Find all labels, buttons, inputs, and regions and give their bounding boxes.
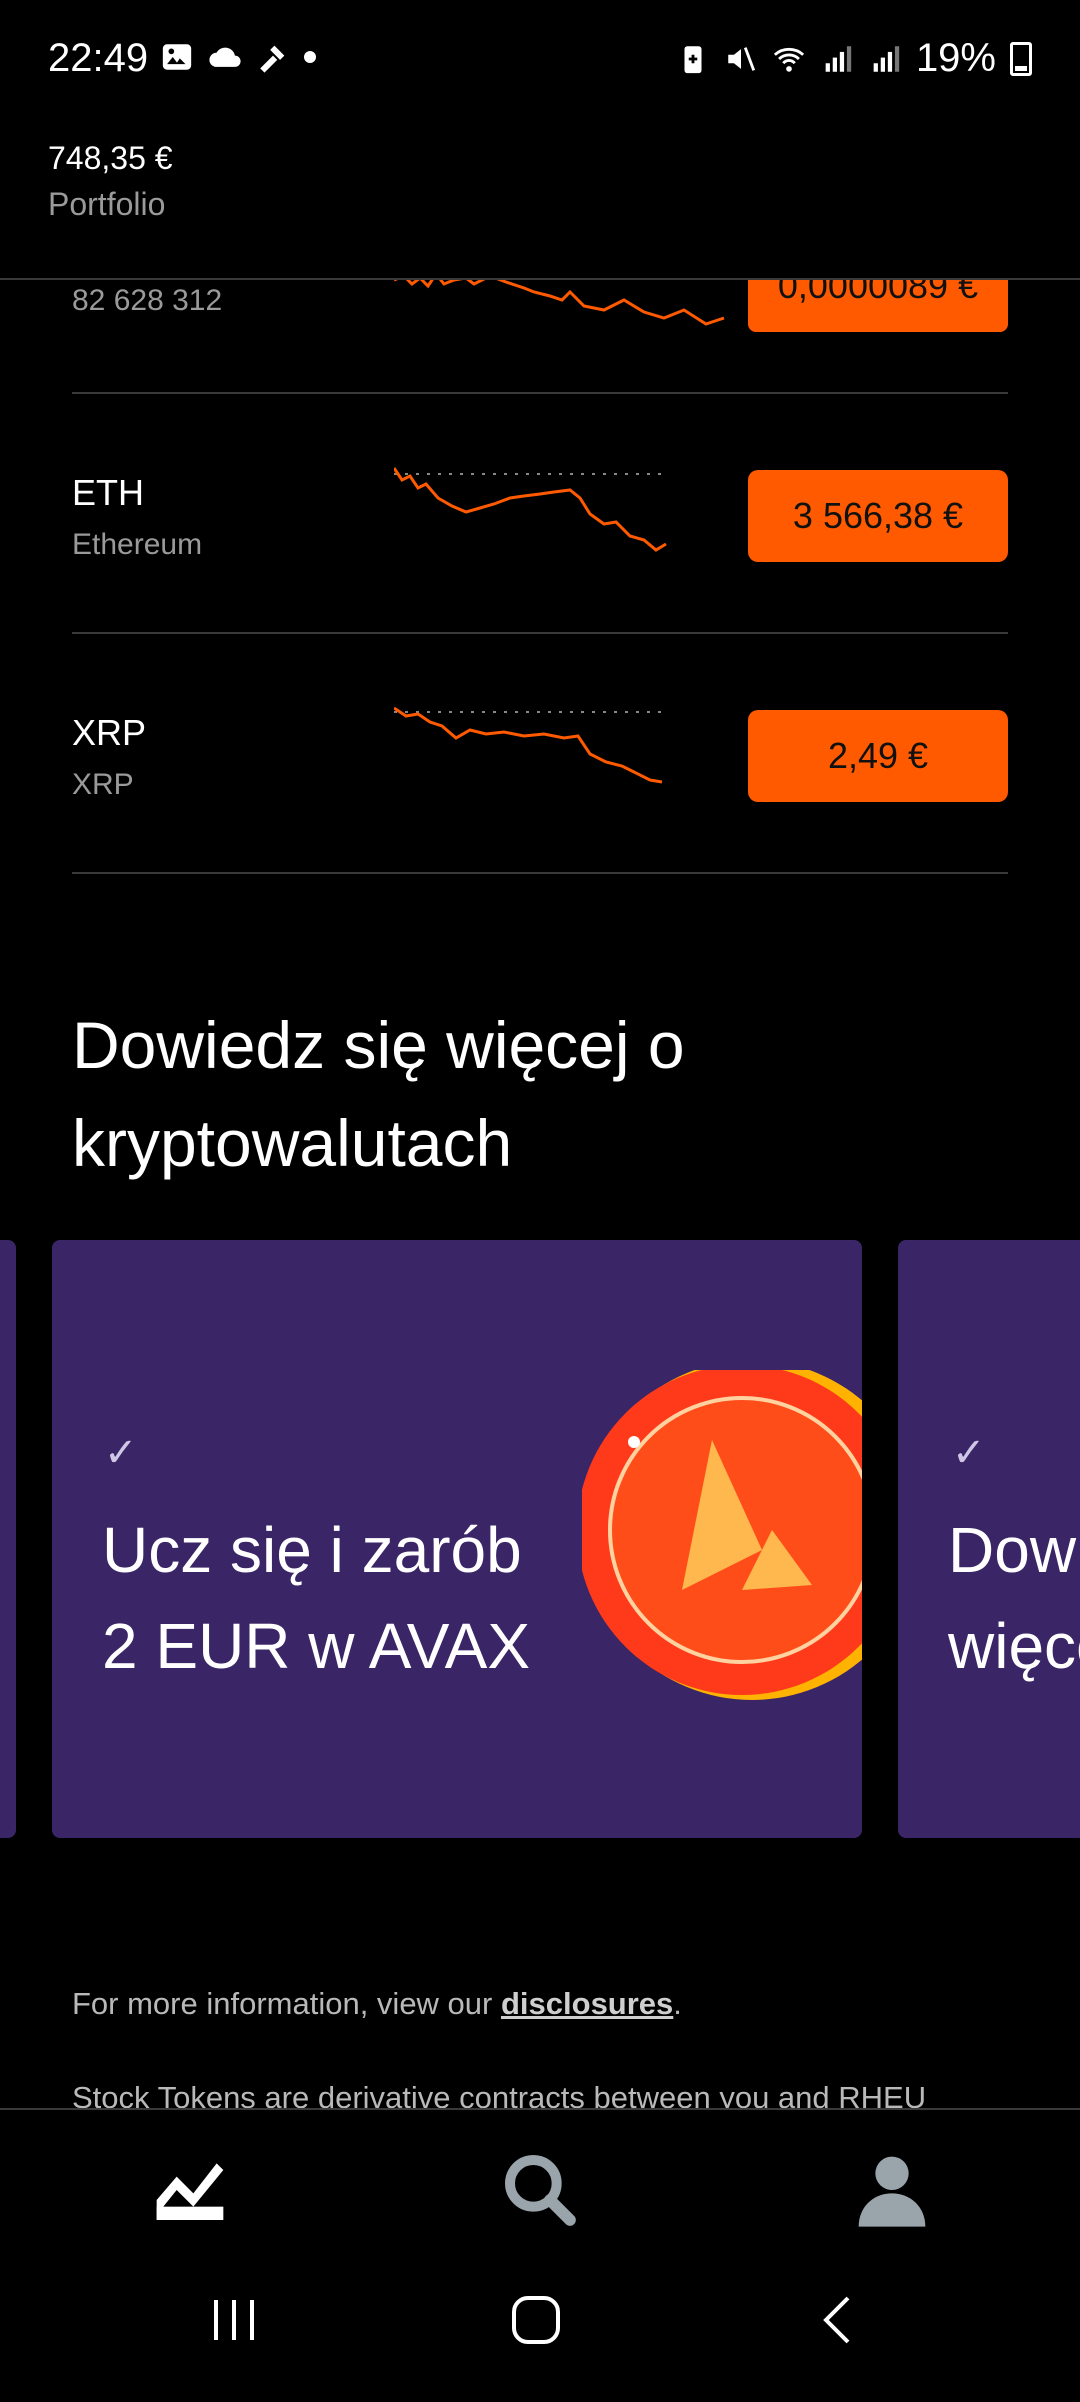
learn-card[interactable]: ✓ Ucz się i zarób 2 EUR w AVAX: [52, 1240, 862, 1838]
asset-name: Ethereum: [72, 528, 203, 561]
status-time: 22:49: [48, 36, 149, 80]
disclosures-link[interactable]: disclosures: [501, 1986, 673, 2021]
tool-icon: [260, 45, 285, 73]
status-bar: 22:49 19%: [0, 0, 1080, 120]
investing-icon[interactable]: [150, 2150, 230, 2230]
sparkline-chart: [394, 706, 664, 784]
account-icon[interactable]: [852, 2150, 932, 2230]
dot-icon: [304, 51, 316, 63]
disclosures-prefix: For more information, view our: [72, 1986, 501, 2021]
disclosures-text: For more information, view our disclosur…: [72, 1986, 682, 2022]
battery-icon: [1010, 41, 1032, 76]
bottom-navigation: [0, 2108, 1080, 2402]
portfolio-label: Portfolio: [48, 186, 166, 222]
image-icon: [162, 44, 192, 70]
asset-name: XRP: [72, 768, 134, 801]
mute-icon: [728, 46, 756, 71]
search-icon[interactable]: [500, 2150, 580, 2230]
portfolio-value: 748,35 €: [48, 140, 173, 176]
cloud-icon: [209, 47, 241, 67]
signal-icon: [825, 45, 852, 72]
disclosures-suffix: .: [673, 1986, 682, 2021]
recent-apps-icon[interactable]: [204, 2290, 264, 2350]
sparkline-chart: [394, 467, 667, 552]
check-icon: ✓: [952, 1431, 986, 1475]
price-button[interactable]: 3 566,38 €: [748, 470, 1008, 562]
battery-percent: 19%: [915, 36, 996, 80]
learn-section-title: Dowiedz się więcej o kryptowalutach: [72, 1008, 685, 1180]
signal-icon: [873, 45, 900, 72]
learn-card-text: Ucz się i zarób 2 EUR w AVAX: [102, 1514, 530, 1682]
asset-row[interactable]: XRP XRP 2,49 €: [72, 634, 1008, 874]
wifi-icon: [773, 47, 805, 72]
asset-name: 82 628 312: [72, 284, 223, 317]
portfolio-header[interactable]: 748,35 € Portfolio: [0, 120, 1080, 280]
check-icon: ✓: [104, 1431, 138, 1475]
learn-card-partial-right[interactable]: ✓ Dowiedz się więcej o BTC: [898, 1240, 1080, 1838]
learn-card-text: Dowiedz się więcej o BTC: [948, 1514, 1080, 1682]
asset-row[interactable]: ETH Ethereum 3 566,38 €: [72, 394, 1008, 634]
price-button[interactable]: 2,49 €: [748, 710, 1008, 802]
asset-symbol: XRP: [72, 712, 147, 753]
avax-coin-icon: [582, 1370, 862, 1700]
asset-symbol: ETH: [72, 472, 144, 513]
learn-card-partial-left[interactable]: [0, 1240, 16, 1838]
back-icon[interactable]: [810, 2290, 870, 2350]
battery-saver-icon: [684, 45, 702, 73]
home-icon[interactable]: [506, 2290, 566, 2350]
